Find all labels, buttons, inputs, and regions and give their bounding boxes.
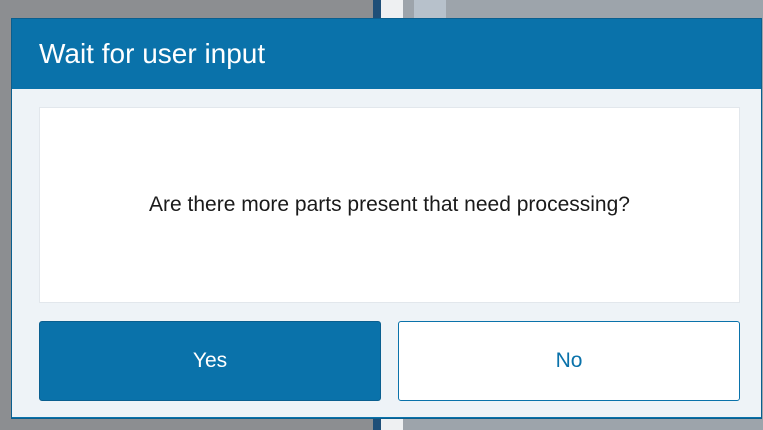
yes-button[interactable]: Yes	[39, 321, 381, 401]
dialog-title: Wait for user input	[39, 38, 266, 69]
yes-button-label: Yes	[192, 349, 228, 372]
dialog-message: Are there more parts present that need p…	[149, 193, 630, 216]
no-button[interactable]: No	[398, 321, 740, 401]
no-button-label: No	[555, 349, 583, 372]
dialog-header: Wait for user input	[12, 19, 761, 89]
message-box: Are there more parts present that need p…	[39, 107, 740, 303]
user-input-dialog: Wait for user input Are there more parts…	[11, 18, 762, 419]
dialog-body: Are there more parts present that need p…	[12, 89, 761, 417]
